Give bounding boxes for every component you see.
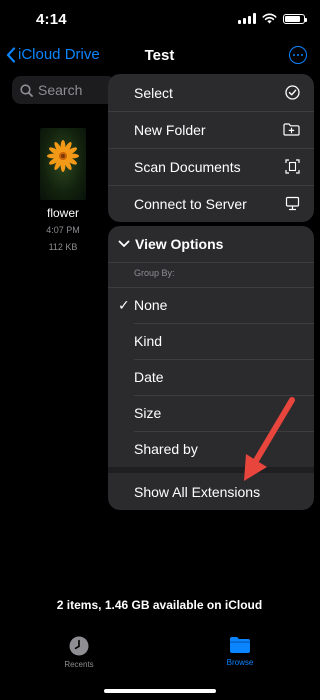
search-placeholder: Search xyxy=(38,82,83,98)
option-label: None xyxy=(134,297,168,313)
actions-menu: Select New Folder Scan Documents Connect… xyxy=(108,74,314,222)
folder-plus-icon xyxy=(283,123,300,136)
group-option-kind[interactable]: Kind xyxy=(108,323,314,359)
option-label: Date xyxy=(134,369,164,385)
menu-item-select[interactable]: Select xyxy=(108,74,314,111)
file-thumbnail[interactable] xyxy=(40,128,86,200)
clock-icon xyxy=(69,636,89,656)
annotation-arrow xyxy=(244,397,295,481)
view-options-header[interactable]: View Options xyxy=(108,226,314,262)
wifi-icon xyxy=(262,13,277,24)
tab-label: Recents xyxy=(64,660,94,669)
tab-label: Browse xyxy=(226,658,254,667)
home-indicator[interactable] xyxy=(104,689,216,693)
menu-item-scan-documents[interactable]: Scan Documents xyxy=(108,148,314,185)
ellipsis-icon xyxy=(292,53,296,57)
checkmark-circle-icon xyxy=(285,85,300,100)
battery-icon xyxy=(283,13,307,24)
status-time: 4:14 xyxy=(36,11,67,28)
search-input[interactable]: Search xyxy=(12,76,116,104)
status-icons xyxy=(238,13,307,24)
checkmark-icon: ✓ xyxy=(118,296,130,313)
menu-item-label: Connect to Server xyxy=(134,195,247,212)
file-name: flower xyxy=(46,206,79,220)
folder-icon xyxy=(230,637,250,653)
group-option-none[interactable]: ✓ None xyxy=(108,287,314,323)
chevron-down-icon xyxy=(118,240,130,247)
search-icon xyxy=(20,83,33,97)
option-label: Kind xyxy=(134,333,163,349)
tab-browse[interactable]: Browse xyxy=(210,636,270,667)
page-title: Test xyxy=(144,47,175,64)
group-by-label: Group By: xyxy=(134,268,175,278)
menu-item-label: New Folder xyxy=(134,121,206,138)
file-time: 4:07 PM xyxy=(46,225,80,235)
flower-image xyxy=(47,140,79,172)
monitor-icon xyxy=(285,196,300,211)
view-options-title: View Options xyxy=(135,236,224,252)
menu-item-label: Select xyxy=(134,84,173,101)
storage-status: 2 items, 1.46 GB available on iCloud xyxy=(56,598,263,612)
menu-item-label: Scan Documents xyxy=(134,158,241,175)
menu-item-connect-to-server[interactable]: Connect to Server xyxy=(108,185,314,222)
menu-item-new-folder[interactable]: New Folder xyxy=(108,111,314,148)
tab-recents[interactable]: Recents xyxy=(49,636,109,669)
more-options-button[interactable] xyxy=(289,46,307,64)
document-scan-icon xyxy=(285,159,300,174)
cellular-signal-icon xyxy=(238,13,256,24)
file-size: 112 KB xyxy=(48,242,78,252)
